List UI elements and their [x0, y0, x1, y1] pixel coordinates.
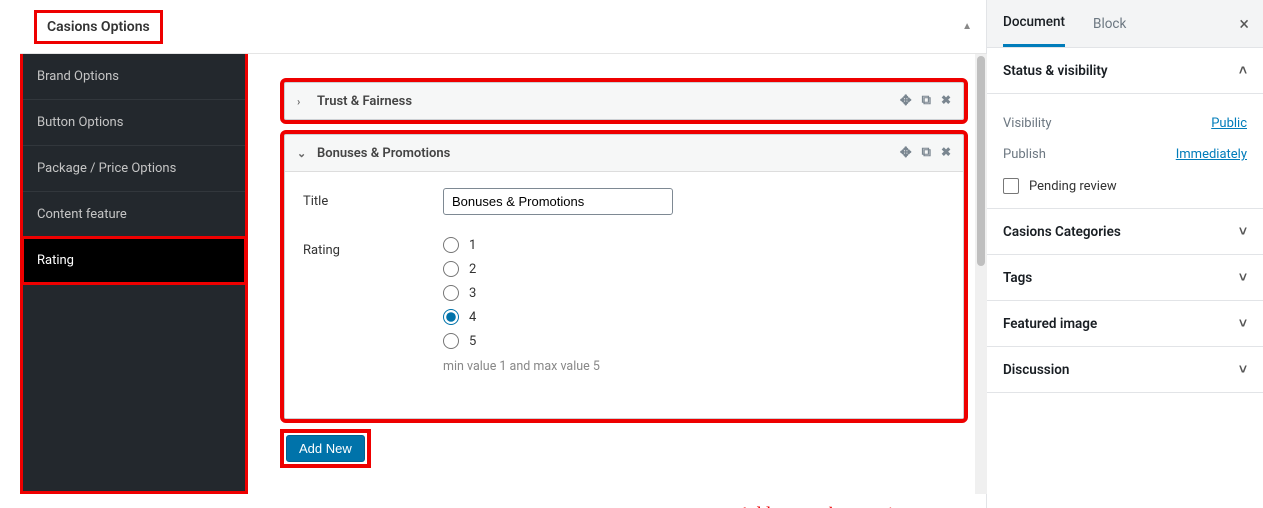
rating-option-label: 3: [469, 286, 476, 301]
publish-label: Publish: [1003, 147, 1046, 162]
sidebar-item-rating[interactable]: Rating: [23, 238, 245, 284]
sidebar-item-label: Content feature: [37, 207, 127, 222]
block-header[interactable]: ⌄ Bonuses & Promotions: [285, 135, 963, 171]
chevron-up-icon: ˄: [1239, 62, 1247, 79]
panel-title-bar: Casions Options ▲: [20, 0, 986, 54]
checkbox-icon: [1003, 178, 1019, 194]
rating-option-label: 5: [469, 334, 476, 349]
rating-option-label: 1: [469, 238, 476, 253]
chevron-down-icon: ˅: [1239, 269, 1247, 286]
section-featured-image[interactable]: Featured image ˅: [987, 301, 1263, 347]
options-sidebar: Brand Options Button Options Package / P…: [20, 54, 248, 494]
sidebar-item-button-options[interactable]: Button Options: [23, 100, 245, 146]
close-icon[interactable]: ×: [1239, 14, 1249, 35]
panel-title: Casions Options: [34, 10, 163, 44]
section-title: Tags: [1003, 270, 1032, 286]
sidebar-item-label: Brand Options: [37, 69, 119, 84]
chevron-down-icon: ˅: [1239, 315, 1247, 332]
section-title: Discussion: [1003, 362, 1069, 378]
section-discussion[interactable]: Discussion ˅: [987, 347, 1263, 393]
tab-block[interactable]: Block: [1093, 2, 1126, 46]
block-title: Trust & Fairness: [317, 94, 412, 109]
section-title: Status & visibility: [1003, 63, 1108, 79]
annotation-text: Add as much as option you want to use: [738, 504, 986, 508]
block-header[interactable]: › Trust & Fairness: [285, 83, 963, 119]
rating-option-3[interactable]: 3: [443, 285, 945, 301]
status-visibility-body: Visibility Public Publish Immediately Pe…: [987, 94, 1263, 209]
pending-review-checkbox[interactable]: Pending review: [1003, 170, 1247, 194]
pending-review-label: Pending review: [1029, 179, 1117, 194]
rating-label: Rating: [303, 237, 443, 374]
sidebar-item-package-price-options[interactable]: Package / Price Options: [23, 146, 245, 192]
block-title: Bonuses & Promotions: [317, 146, 450, 161]
chevron-down-icon: ˅: [1239, 223, 1247, 240]
add-new-button[interactable]: Add New: [286, 435, 365, 462]
move-icon[interactable]: [900, 93, 912, 109]
inspector-panel: Document Block × Status & visibility ˄ V…: [986, 0, 1263, 508]
block-trust-fairness: › Trust & Fairness: [284, 82, 964, 120]
rating-option-2[interactable]: 2: [443, 261, 945, 277]
add-new-highlight: Add New: [284, 433, 367, 464]
rating-option-label: 4: [469, 310, 476, 325]
block-bonuses-promotions: ⌄ Bonuses & Promotions Title: [284, 134, 964, 419]
sidebar-item-brand-options[interactable]: Brand Options: [23, 54, 245, 100]
rating-option-1[interactable]: 1: [443, 237, 945, 253]
scrollbar[interactable]: [975, 54, 987, 494]
rating-option-4[interactable]: 4: [443, 309, 945, 325]
sidebar-item-label: Package / Price Options: [37, 161, 176, 176]
section-status-visibility[interactable]: Status & visibility ˄: [987, 48, 1263, 94]
delete-icon[interactable]: [941, 145, 951, 161]
options-content: › Trust & Fairness ⌄ Bonuses & Promotion…: [248, 54, 986, 494]
scrollbar-thumb[interactable]: [977, 56, 985, 266]
visibility-label: Visibility: [1003, 116, 1052, 131]
section-title: Casions Categories: [1003, 224, 1121, 240]
title-label: Title: [303, 188, 443, 215]
tab-document[interactable]: Document: [1003, 0, 1065, 47]
rating-option-5[interactable]: 5: [443, 333, 945, 349]
visibility-value[interactable]: Public: [1211, 116, 1247, 131]
duplicate-icon[interactable]: [922, 93, 931, 109]
chevron-down-icon: ⌄: [297, 147, 309, 160]
title-input[interactable]: [443, 188, 673, 215]
section-title: Featured image: [1003, 316, 1097, 332]
publish-value[interactable]: Immediately: [1176, 147, 1247, 162]
move-icon[interactable]: [900, 145, 912, 161]
section-casions-categories[interactable]: Casions Categories ˅: [987, 209, 1263, 255]
rating-option-label: 2: [469, 262, 476, 277]
collapse-toggle-icon[interactable]: ▲: [962, 21, 972, 32]
sidebar-item-label: Rating: [37, 253, 74, 268]
chevron-right-icon: ›: [297, 95, 309, 108]
sidebar-item-content-feature[interactable]: Content feature: [23, 192, 245, 238]
sidebar-item-label: Button Options: [37, 115, 123, 130]
section-tags[interactable]: Tags ˅: [987, 255, 1263, 301]
duplicate-icon[interactable]: [922, 145, 931, 161]
rating-hint: min value 1 and max value 5: [443, 359, 945, 374]
delete-icon[interactable]: [941, 93, 951, 109]
chevron-down-icon: ˅: [1239, 361, 1247, 378]
